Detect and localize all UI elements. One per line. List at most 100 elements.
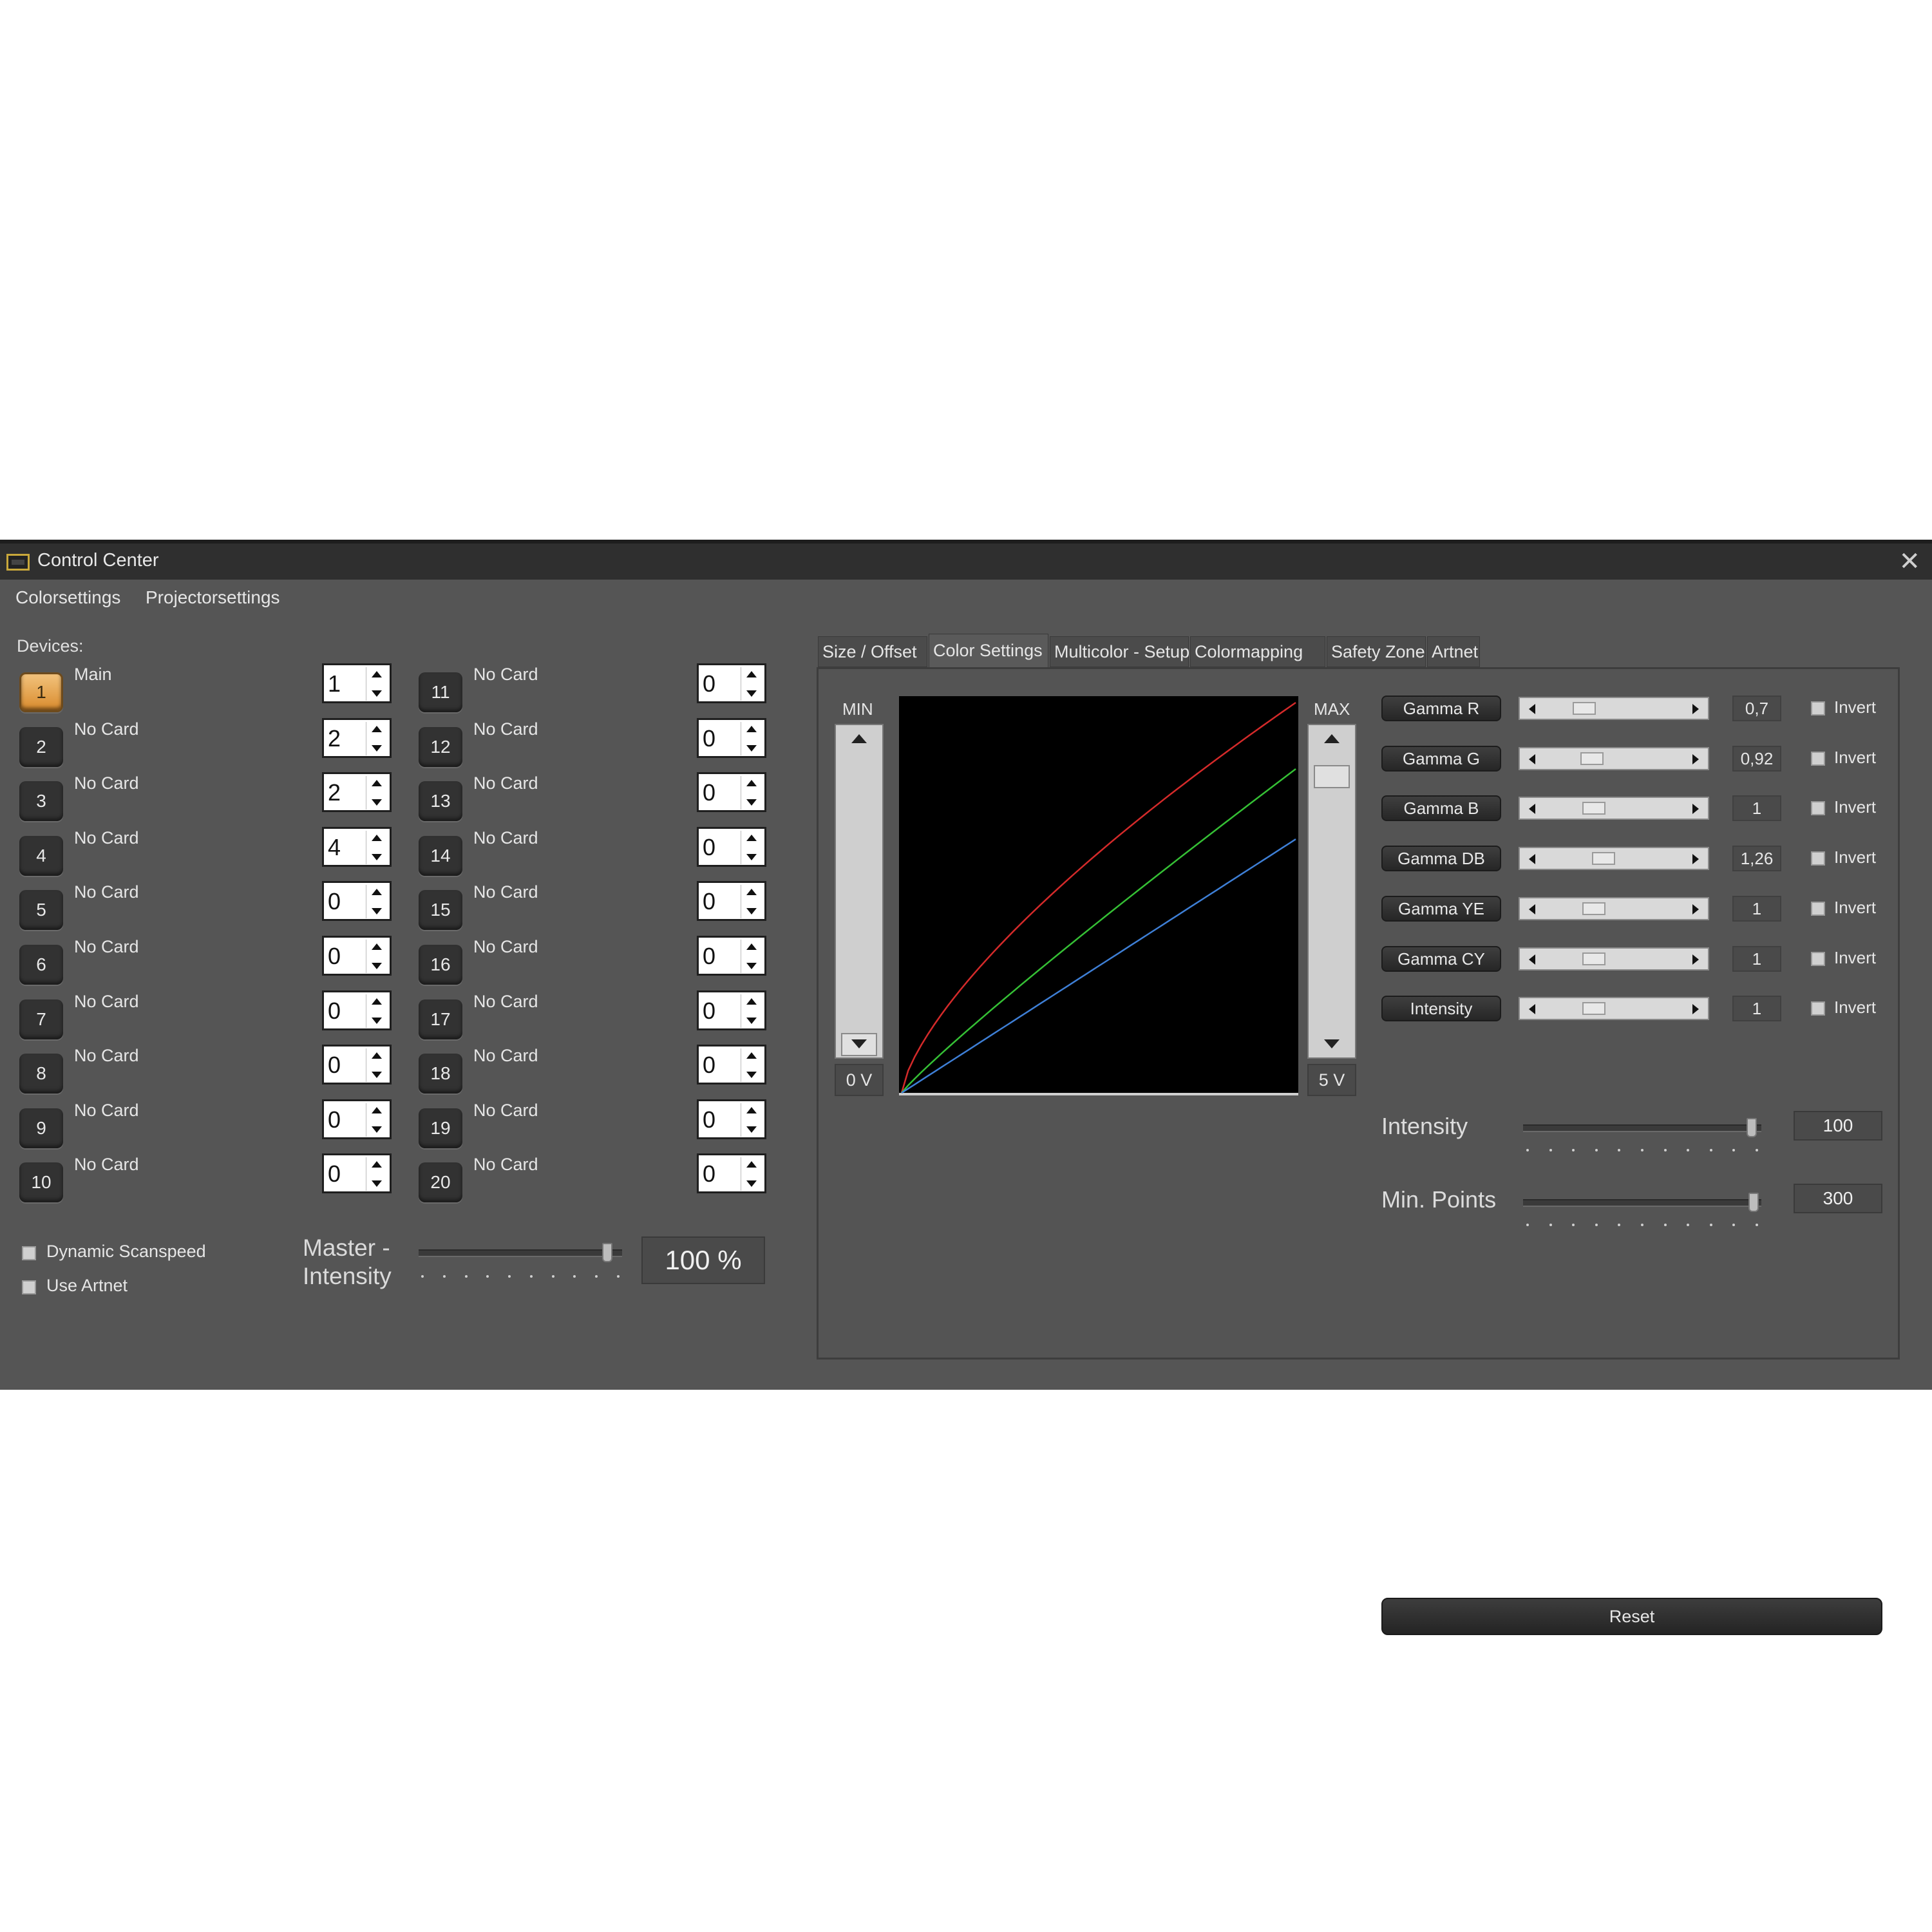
device-button-7[interactable]: 7 — [19, 999, 63, 1039]
stepper-up-icon[interactable] — [372, 1052, 382, 1059]
gamma-b-invert-checkbox[interactable] — [1811, 801, 1825, 815]
arrow-left-icon[interactable] — [1529, 754, 1535, 764]
device-channel-stepper-12[interactable]: 0 — [697, 718, 766, 758]
stepper-up-icon[interactable] — [746, 998, 757, 1005]
device-channel-stepper-11[interactable]: 0 — [697, 663, 766, 703]
stepper-arrows[interactable] — [366, 1048, 387, 1082]
stepper-down-icon[interactable] — [372, 854, 382, 860]
menu-colorsettings[interactable]: Colorsettings — [15, 587, 120, 608]
stepper-arrows[interactable] — [366, 940, 387, 973]
device-channel-value-12[interactable]: 0 — [703, 725, 715, 752]
stepper-arrows[interactable] — [366, 994, 387, 1028]
device-button-19[interactable]: 19 — [419, 1108, 462, 1148]
stepper-arrows[interactable] — [741, 1048, 762, 1082]
device-button-11[interactable]: 11 — [419, 672, 462, 712]
stepper-up-icon[interactable] — [746, 835, 757, 841]
stepper-down-icon[interactable] — [372, 690, 382, 697]
stepper-up-icon[interactable] — [372, 671, 382, 677]
device-channel-value-10[interactable]: 0 — [328, 1160, 341, 1188]
device-channel-stepper-14[interactable]: 0 — [697, 827, 766, 867]
gamma-ye-button[interactable]: Gamma YE — [1381, 896, 1501, 922]
stepper-arrows[interactable] — [741, 1103, 762, 1137]
gamma-b-slider[interactable] — [1519, 797, 1709, 820]
gamma-r-slider[interactable] — [1519, 697, 1709, 720]
stepper-down-icon[interactable] — [372, 1126, 382, 1133]
arrow-right-icon[interactable] — [1692, 904, 1699, 914]
stepper-arrows[interactable] — [366, 667, 387, 701]
min-slider-up-arrow[interactable] — [851, 734, 867, 743]
device-channel-stepper-5[interactable]: 0 — [322, 881, 392, 921]
stepper-up-icon[interactable] — [372, 1107, 382, 1113]
device-channel-stepper-1[interactable]: 1 — [322, 663, 392, 703]
stepper-up-icon[interactable] — [746, 1161, 757, 1168]
device-channel-value-4[interactable]: 4 — [328, 834, 341, 861]
device-button-16[interactable]: 16 — [419, 945, 462, 985]
intensity-slider-thumb[interactable] — [1582, 1002, 1605, 1015]
max-slider-down-arrow[interactable] — [1324, 1039, 1340, 1048]
device-channel-value-20[interactable]: 0 — [703, 1160, 715, 1188]
intensity-slider[interactable] — [1523, 1118, 1761, 1137]
device-button-9[interactable]: 9 — [19, 1108, 63, 1148]
device-channel-stepper-8[interactable]: 0 — [322, 1045, 392, 1084]
stepper-arrows[interactable] — [366, 1103, 387, 1137]
device-channel-stepper-15[interactable]: 0 — [697, 881, 766, 921]
device-button-12[interactable]: 12 — [419, 727, 462, 767]
arrow-left-icon[interactable] — [1529, 704, 1535, 714]
max-slider-up-arrow[interactable] — [1324, 734, 1340, 743]
stepper-up-icon[interactable] — [372, 726, 382, 732]
stepper-down-icon[interactable] — [746, 1018, 757, 1024]
device-channel-value-8[interactable]: 0 — [328, 1052, 341, 1079]
device-channel-value-15[interactable]: 0 — [703, 888, 715, 915]
use-artnet-checkbox[interactable] — [22, 1280, 36, 1294]
master-intensity-slider[interactable] — [419, 1243, 622, 1262]
stepper-down-icon[interactable] — [372, 1018, 382, 1024]
arrow-left-icon[interactable] — [1529, 954, 1535, 965]
device-channel-stepper-3[interactable]: 2 — [322, 772, 392, 812]
min-points-slider-thumb[interactable] — [1748, 1193, 1759, 1212]
device-channel-stepper-7[interactable]: 0 — [322, 990, 392, 1030]
menu-projectorsettings[interactable]: Projectorsettings — [146, 587, 280, 608]
stepper-down-icon[interactable] — [746, 908, 757, 914]
device-channel-value-9[interactable]: 0 — [328, 1106, 341, 1133]
gamma-b-slider-thumb[interactable] — [1582, 802, 1605, 815]
arrow-right-icon[interactable] — [1692, 954, 1699, 965]
device-channel-stepper-13[interactable]: 0 — [697, 772, 766, 812]
gamma-ye-invert-checkbox[interactable] — [1811, 902, 1825, 916]
device-button-20[interactable]: 20 — [419, 1162, 462, 1202]
stepper-arrows[interactable] — [366, 776, 387, 810]
gamma-g-button[interactable]: Gamma G — [1381, 746, 1501, 772]
device-channel-stepper-20[interactable]: 0 — [697, 1153, 766, 1193]
device-channel-stepper-10[interactable]: 0 — [322, 1153, 392, 1193]
gamma-g-slider[interactable] — [1519, 747, 1709, 770]
gamma-ye-slider-thumb[interactable] — [1582, 902, 1605, 915]
device-button-10[interactable]: 10 — [19, 1162, 63, 1202]
device-channel-value-1[interactable]: 1 — [328, 670, 341, 697]
gamma-cy-invert-checkbox[interactable] — [1811, 952, 1825, 966]
reset-button[interactable]: Reset — [1381, 1598, 1882, 1635]
gamma-ye-slider[interactable] — [1519, 897, 1709, 920]
stepper-up-icon[interactable] — [746, 1052, 757, 1059]
stepper-up-icon[interactable] — [746, 889, 757, 895]
stepper-arrows[interactable] — [741, 667, 762, 701]
device-button-18[interactable]: 18 — [419, 1054, 462, 1094]
arrow-right-icon[interactable] — [1692, 804, 1699, 814]
device-button-14[interactable]: 14 — [419, 836, 462, 876]
device-channel-value-14[interactable]: 0 — [703, 834, 715, 861]
gamma-r-slider-thumb[interactable] — [1573, 702, 1596, 715]
stepper-arrows[interactable] — [741, 776, 762, 810]
stepper-down-icon[interactable] — [746, 799, 757, 806]
arrow-left-icon[interactable] — [1529, 804, 1535, 814]
stepper-down-icon[interactable] — [746, 1126, 757, 1133]
stepper-up-icon[interactable] — [372, 889, 382, 895]
device-button-1[interactable]: 1 — [19, 672, 63, 712]
arrow-right-icon[interactable] — [1692, 704, 1699, 714]
tab-artnet[interactable]: Artnet — [1427, 636, 1480, 667]
device-channel-stepper-4[interactable]: 4 — [322, 827, 392, 867]
gamma-cy-slider[interactable] — [1519, 947, 1709, 971]
stepper-arrows[interactable] — [366, 1157, 387, 1191]
device-button-13[interactable]: 13 — [419, 781, 462, 821]
gamma-r-invert-checkbox[interactable] — [1811, 701, 1825, 715]
stepper-up-icon[interactable] — [372, 998, 382, 1005]
device-channel-value-16[interactable]: 0 — [703, 943, 715, 970]
max-slider-thumb[interactable] — [1314, 765, 1350, 788]
